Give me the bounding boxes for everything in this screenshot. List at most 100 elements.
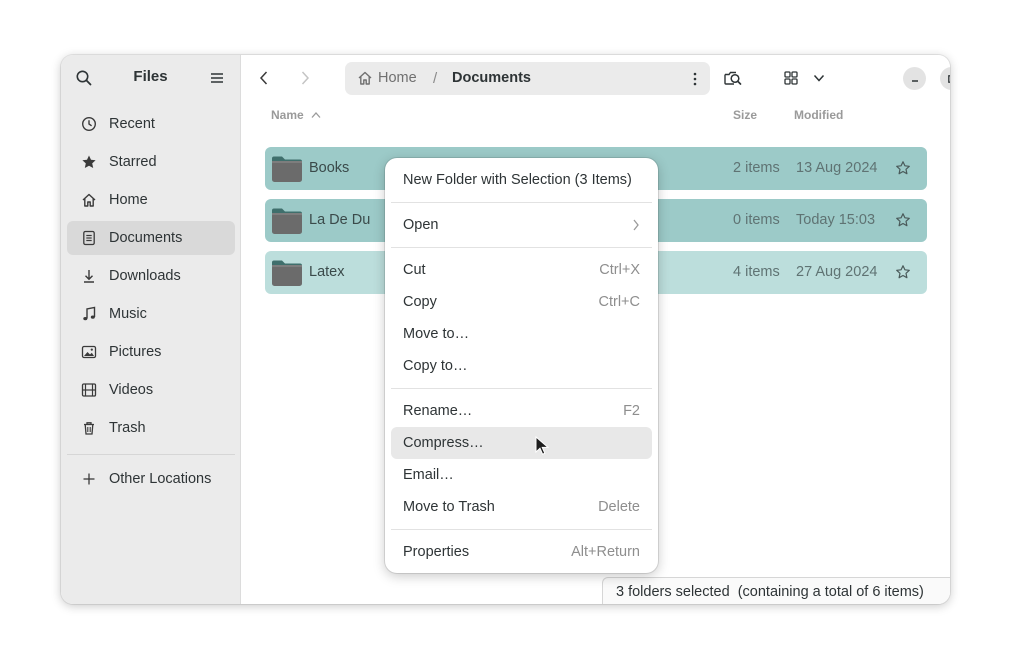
path-options-icon[interactable] [692, 71, 698, 87]
star-icon[interactable] [895, 264, 911, 280]
menu-item-label: Move to… [403, 326, 470, 342]
file-size: 2 items [733, 160, 780, 176]
picture-icon [80, 343, 98, 361]
sidebar-divider [67, 454, 235, 455]
menu-item-label: Move to Trash [403, 499, 495, 515]
sort-ascending-icon [311, 111, 321, 119]
star-icon[interactable] [895, 160, 911, 176]
music-icon [80, 305, 98, 323]
minimize-button[interactable] [903, 67, 926, 90]
sidebar-item-starred[interactable]: Starred [67, 145, 235, 179]
menu-item-copy-to[interactable]: Copy to… [391, 350, 652, 382]
star-icon [80, 153, 98, 171]
mouse-pointer-icon [535, 436, 549, 455]
menu-item-label: Rename… [403, 403, 473, 419]
menu-separator [391, 247, 652, 248]
file-size: 4 items [733, 264, 780, 280]
sidebar: Files Recent Starred Home Documents Down… [61, 55, 241, 604]
file-modified: 27 Aug 2024 [796, 264, 878, 280]
menu-item-shortcut: Alt+Return [571, 544, 640, 560]
column-header-name[interactable]: Name [271, 108, 321, 122]
menu-separator [391, 529, 652, 530]
menu-item-open[interactable]: Open [391, 209, 652, 241]
grid-view-icon[interactable] [780, 67, 802, 89]
menu-item-compress[interactable]: Compress… [391, 427, 652, 459]
menu-item-cut[interactable]: Cut Ctrl+X [391, 254, 652, 286]
sidebar-item-label: Downloads [109, 268, 181, 284]
menu-item-shortcut: Ctrl+X [599, 262, 640, 278]
menu-item-move-to[interactable]: Move to… [391, 318, 652, 350]
menu-item-label: Cut [403, 262, 426, 278]
sidebar-item-label: Videos [109, 382, 154, 398]
menu-separator [391, 388, 652, 389]
menu-separator [391, 202, 652, 203]
menu-item-email[interactable]: Email… [391, 459, 652, 491]
forward-button[interactable] [295, 68, 315, 88]
menu-item-rename[interactable]: Rename… F2 [391, 395, 652, 427]
menu-item-new-folder-with-selection[interactable]: New Folder with Selection (3 Items) [391, 164, 652, 196]
file-name: La De Du [309, 212, 371, 228]
sidebar-item-other-locations[interactable]: Other Locations [67, 462, 235, 496]
star-icon[interactable] [895, 212, 911, 228]
sidebar-item-home[interactable]: Home [67, 183, 235, 217]
sidebar-item-recent[interactable]: Recent [67, 107, 235, 141]
sidebar-item-label: Documents [109, 230, 183, 246]
sidebar-item-label: Recent [109, 116, 155, 132]
folder-icon [271, 154, 303, 184]
menu-item-label: Email… [403, 467, 454, 483]
sidebar-item-label: Starred [109, 154, 157, 170]
menu-item-shortcut: Delete [598, 499, 640, 515]
sidebar-item-label: Pictures [109, 344, 162, 360]
sidebar-item-trash[interactable]: Trash [67, 411, 235, 445]
maximize-button[interactable] [940, 67, 950, 90]
home-icon [80, 191, 98, 209]
menu-item-properties[interactable]: Properties Alt+Return [391, 536, 652, 568]
hamburger-menu-icon[interactable] [208, 69, 226, 87]
document-icon [80, 229, 98, 247]
breadcrumb-home[interactable]: Home [357, 70, 417, 86]
menu-item-move-to-trash[interactable]: Move to Trash Delete [391, 491, 652, 523]
plus-icon [80, 470, 98, 488]
menu-item-shortcut: F2 [623, 403, 640, 419]
column-name-label: Name [271, 108, 304, 122]
file-name: Latex [309, 264, 345, 280]
file-size: 0 items [733, 212, 780, 228]
context-menu: New Folder with Selection (3 Items) Open… [385, 158, 658, 573]
home-icon [357, 70, 373, 86]
sidebar-item-music[interactable]: Music [67, 297, 235, 331]
clock-icon [80, 115, 98, 133]
column-header-modified[interactable]: Modified [794, 108, 843, 122]
breadcrumb-current[interactable]: Documents [452, 70, 531, 86]
menu-item-label: Copy [403, 294, 437, 310]
sidebar-item-downloads[interactable]: Downloads [67, 259, 235, 293]
path-bar[interactable]: Home / Documents [345, 62, 710, 95]
chevron-right-icon [632, 218, 640, 236]
sidebar-places: Recent Starred Home Documents Downloads … [67, 107, 235, 449]
header-bar: Home / Documents [241, 55, 950, 101]
trash-icon [80, 419, 98, 437]
file-modified: 13 Aug 2024 [796, 160, 878, 176]
menu-item-label: Properties [403, 544, 470, 560]
film-icon [80, 381, 98, 399]
sidebar-item-label: Home [109, 192, 148, 208]
file-name: Books [309, 160, 350, 176]
column-header-size[interactable]: Size [733, 108, 757, 122]
status-bar: 3 folders selected (containing a total o… [602, 577, 950, 604]
sidebar-item-videos[interactable]: Videos [67, 373, 235, 407]
chevron-down-icon[interactable] [808, 67, 830, 89]
sidebar-header: Files [61, 55, 240, 101]
sidebar-item-label: Music [109, 306, 147, 322]
sidebar-item-label: Other Locations [109, 471, 212, 487]
search-location-button[interactable] [722, 67, 744, 89]
sidebar-item-documents[interactable]: Documents [67, 221, 235, 255]
folder-icon [271, 206, 303, 236]
menu-item-label: Open [403, 217, 439, 233]
back-button[interactable] [254, 68, 274, 88]
breadcrumb-home-label: Home [378, 70, 417, 86]
menu-item-copy[interactable]: Copy Ctrl+C [391, 286, 652, 318]
download-icon [80, 267, 98, 285]
sidebar-item-label: Trash [109, 420, 146, 436]
menu-item-label: New Folder with Selection (3 Items) [403, 172, 632, 188]
sidebar-item-pictures[interactable]: Pictures [67, 335, 235, 369]
menu-item-shortcut: Ctrl+C [598, 294, 641, 310]
